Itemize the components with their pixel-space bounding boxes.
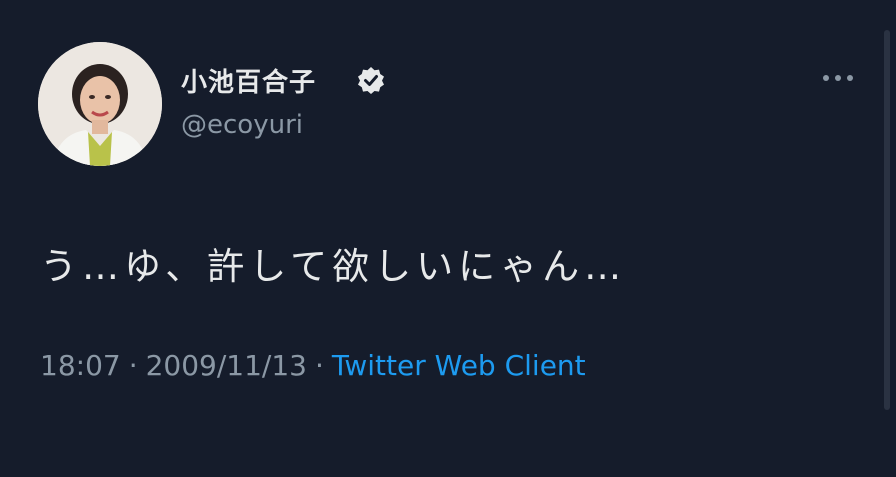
- user-handle[interactable]: @ecoyuri: [181, 110, 303, 140]
- separator-dot: ·: [128, 349, 138, 382]
- tweet-metadata: 18:07 · 2009/11/13 · Twitter Web Client: [40, 349, 586, 382]
- avatar-image: [38, 42, 162, 166]
- more-options-icon[interactable]: [820, 68, 856, 88]
- display-name[interactable]: 小池百合子: [181, 62, 316, 99]
- tweet-client-link[interactable]: Twitter Web Client: [332, 349, 586, 382]
- tweet-card: 小池百合子 @ecoyuri う…ゆ、許して欲しいにゃん… 18:07 · 2009…: [0, 0, 896, 477]
- tweet-date[interactable]: 2009/11/13: [146, 349, 307, 382]
- separator-dot: ·: [315, 349, 324, 382]
- tweet-time[interactable]: 18:07: [40, 349, 121, 382]
- verified-badge-icon: [358, 67, 384, 94]
- avatar[interactable]: [38, 42, 162, 166]
- tweet-text: う…ゆ、許して欲しいにゃん…: [40, 245, 627, 288]
- scrollbar[interactable]: [884, 30, 890, 410]
